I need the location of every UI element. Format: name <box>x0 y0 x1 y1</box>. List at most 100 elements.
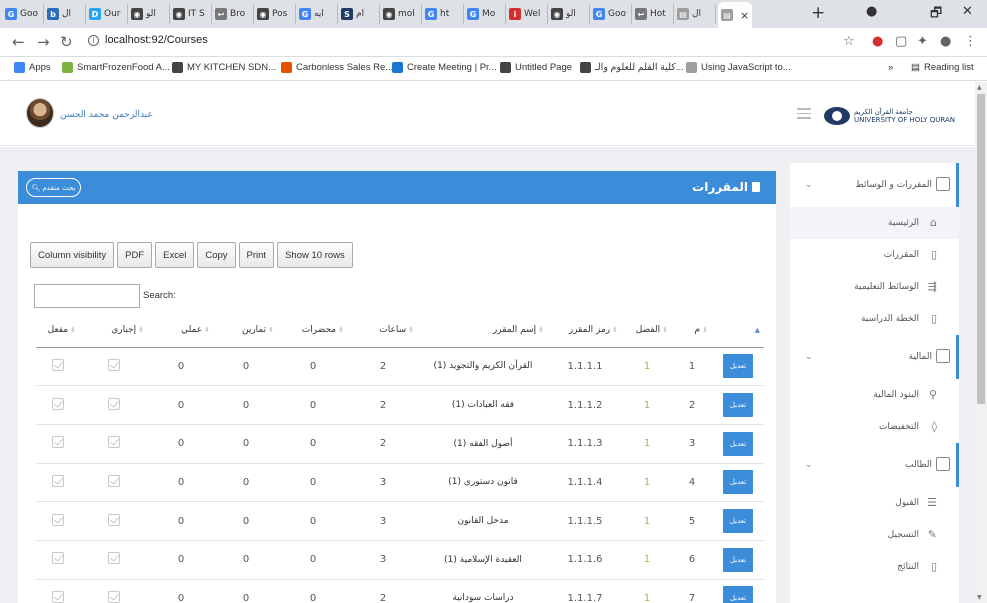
column-header[interactable]: رمز المقرر ⬍ <box>548 314 622 348</box>
browser-tab[interactable]: ↩ Bro <box>212 4 254 24</box>
menu-dots-icon[interactable]: ⋮ <box>964 34 977 49</box>
url-field[interactable]: i localhost:92/Courses <box>88 34 208 46</box>
browser-tab[interactable]: ◉ Pos <box>254 4 296 24</box>
btn-column-visibility[interactable]: Column visibility <box>30 242 115 268</box>
browser-tab[interactable]: ◉ IT S <box>170 4 212 24</box>
checkbox-mandatory[interactable] <box>108 358 120 371</box>
scroll-down-icon[interactable]: ▼ <box>977 594 982 601</box>
info-icon[interactable]: i <box>88 35 99 46</box>
browser-tab[interactable]: G Mo <box>464 4 506 24</box>
column-header[interactable]: مفعل ⬍ <box>36 314 80 348</box>
sidebar-section[interactable]: ⌄ الطالب <box>790 443 959 487</box>
scroll-up-icon[interactable]: ▲ <box>977 84 982 91</box>
btn-pdf[interactable]: PDF <box>117 242 153 268</box>
browser-tab[interactable]: ◉ الو <box>548 4 590 24</box>
reload-icon[interactable]: ↻ <box>60 33 73 51</box>
reading-list[interactable]: ▤ Reading list <box>911 62 974 73</box>
sidebar-item[interactable]: المقررات ▯ <box>790 239 959 271</box>
restore-window-icon[interactable]: 🗗 <box>930 4 942 26</box>
sidebar-item[interactable]: الرئيسية ⌂ <box>790 207 959 239</box>
bookmark[interactable]: SmartFrozenFood A... <box>62 62 170 73</box>
new-tab-icon[interactable]: + <box>811 3 825 23</box>
hamburger-icon[interactable] <box>797 108 811 122</box>
browser-tab[interactable]: S ام <box>338 4 380 24</box>
star-icon[interactable]: ☆ <box>843 34 855 49</box>
bookmark[interactable]: Untitled Page <box>500 62 572 73</box>
checkbox-active[interactable] <box>52 436 64 449</box>
sidebar-item[interactable]: البنود المالية ⚲ <box>790 379 959 411</box>
scroll-thumb[interactable] <box>977 94 985 404</box>
bookmark[interactable]: Carbonless Sales Re... <box>281 62 393 73</box>
pinterest-icon[interactable]: ● <box>872 34 883 49</box>
sidebar-item[interactable]: التسجيل ✎ <box>790 519 959 551</box>
btn-excel[interactable]: Excel <box>155 242 195 268</box>
bookmark[interactable]: Apps <box>14 62 51 73</box>
page-scrollbar[interactable]: ▲ ▼ <box>975 82 987 603</box>
sidebar-item[interactable]: القبول ☰ <box>790 487 959 519</box>
extension-icon[interactable]: ▢ <box>895 34 907 49</box>
search-input[interactable] <box>34 284 140 308</box>
browser-tab[interactable]: ◉ mol <box>380 4 422 24</box>
sidebar-section[interactable]: ⌄ المقررات و الوسائط <box>790 163 959 207</box>
btn-show-10-rows[interactable]: Show 10 rows <box>277 242 353 268</box>
checkbox-mandatory[interactable] <box>108 474 120 487</box>
edit-button[interactable]: تعديل <box>723 354 753 379</box>
checkbox-active[interactable] <box>52 552 64 565</box>
column-header[interactable]: ساعات ⬍ <box>348 314 418 348</box>
checkbox-mandatory[interactable] <box>108 436 120 449</box>
edit-button[interactable]: تعديل <box>723 509 753 534</box>
column-header[interactable]: م ⬍ <box>672 314 712 348</box>
bookmark[interactable]: Create Meeting | Pr... <box>392 62 497 73</box>
back-icon[interactable]: ← <box>12 33 25 51</box>
column-header-actions[interactable]: ▲ <box>712 314 764 348</box>
bookmark[interactable]: كلية القلم للعلوم والـ... <box>580 62 684 73</box>
sidebar-item[interactable]: النتائج ▯ <box>790 551 959 583</box>
profile-icon[interactable]: ● <box>940 34 951 49</box>
browser-tab[interactable]: D Our <box>86 4 128 24</box>
tab-close-icon[interactable]: × <box>740 9 749 22</box>
checkbox-mandatory[interactable] <box>108 590 120 603</box>
username[interactable]: عبدالرحمن محمد الحسن <box>60 110 153 120</box>
browser-tab-active[interactable]: ▤ × <box>718 2 752 28</box>
forward-icon[interactable]: → <box>37 33 50 51</box>
checkbox-active[interactable] <box>52 397 64 410</box>
checkbox-active[interactable] <box>52 474 64 487</box>
browser-tab[interactable]: ↩ Hot <box>632 4 674 24</box>
browser-tab[interactable]: ◉ الو <box>128 4 170 24</box>
checkbox-mandatory[interactable] <box>108 552 120 565</box>
browser-tab[interactable]: i Wel <box>506 4 548 24</box>
edit-button[interactable]: تعديل <box>723 470 753 495</box>
browser-tab[interactable]: Ght <box>422 4 464 24</box>
checkbox-active[interactable] <box>52 513 64 526</box>
edit-button[interactable]: تعديل <box>723 586 753 603</box>
browser-tab[interactable]: G Goo <box>2 4 44 24</box>
column-header[interactable]: الفصل ⬍ <box>622 314 672 348</box>
column-header[interactable]: عملي ⬍ <box>148 314 214 348</box>
sidebar-item[interactable]: الخطة الدراسية ▯ <box>790 303 959 335</box>
checkbox-active[interactable] <box>52 358 64 371</box>
column-header[interactable]: تمارين ⬍ <box>214 314 278 348</box>
chrome-profile-icon[interactable]: ● <box>866 4 877 19</box>
column-header[interactable]: إسم المقرر ⬍ <box>418 314 548 348</box>
close-window-icon[interactable]: ✕ <box>962 4 973 19</box>
browser-tab[interactable]: b ال <box>44 4 86 24</box>
browser-tab[interactable]: G Goo <box>590 4 632 24</box>
advanced-search-button[interactable]: 🔍︎ بحث متقدم <box>26 178 81 197</box>
bookmark[interactable]: Using JavaScript to... <box>686 62 791 73</box>
bookmarks-more[interactable]: » <box>888 62 893 73</box>
checkbox-mandatory[interactable] <box>108 513 120 526</box>
sidebar-item[interactable]: الوسائط التعليمية ⇶ <box>790 271 959 303</box>
checkbox-active[interactable] <box>52 590 64 603</box>
checkbox-mandatory[interactable] <box>108 397 120 410</box>
avatar[interactable] <box>26 98 54 128</box>
column-header[interactable]: إجباري ⬍ <box>80 314 148 348</box>
sidebar-section[interactable]: ⌄ المالية <box>790 335 959 379</box>
browser-tab[interactable]: ▤ ال <box>674 4 716 24</box>
bookmark[interactable]: MY KITCHEN SDN... <box>172 62 276 73</box>
btn-copy[interactable]: Copy <box>197 242 236 268</box>
edit-button[interactable]: تعديل <box>723 431 753 456</box>
edit-button[interactable]: تعديل <box>723 547 753 572</box>
browser-tab[interactable]: G ايه <box>296 4 338 24</box>
puzzle-icon[interactable]: ✦ <box>917 34 928 49</box>
edit-button[interactable]: تعديل <box>723 393 753 418</box>
